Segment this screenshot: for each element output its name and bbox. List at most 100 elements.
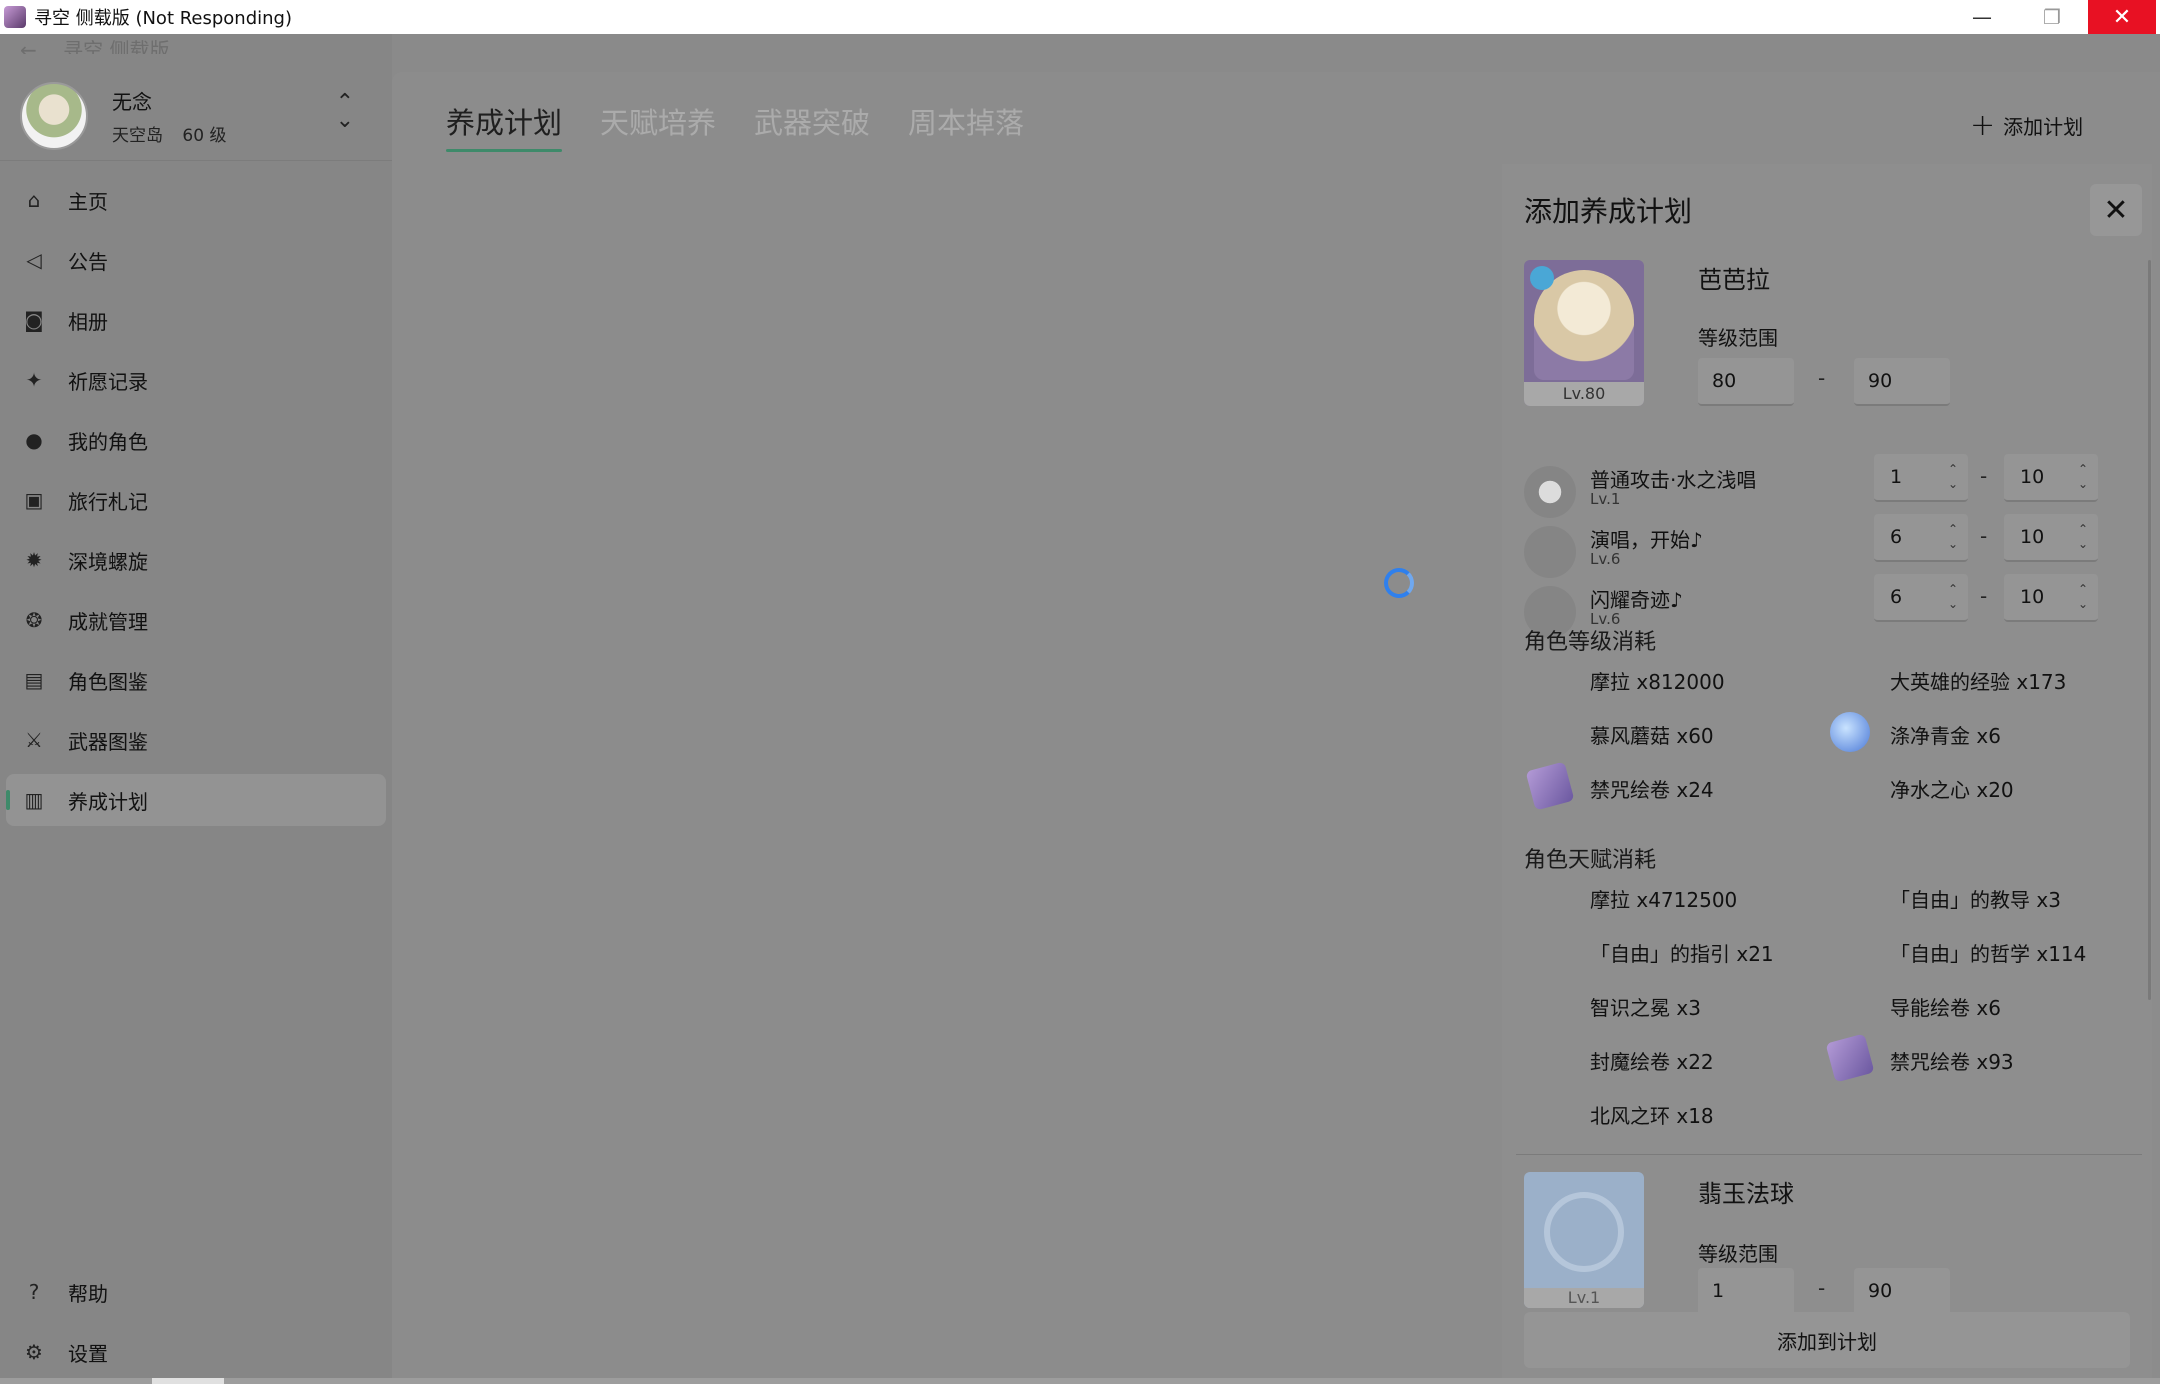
talent-cost-title: 角色天赋消耗 — [1524, 848, 1657, 873]
weapon-portrait — [1544, 1192, 1624, 1272]
range-dash: - — [1980, 464, 1988, 488]
chevron-up-down-icon[interactable]: ⌃ ⌄ — [1948, 582, 1958, 612]
chevron-up-down-icon[interactable]: ⌃ ⌄ — [1948, 522, 1958, 552]
maximize-button[interactable]: ❐ — [2018, 0, 2086, 34]
sidebar-item-3[interactable]: ✦ 祈愿记录 — [6, 354, 386, 406]
minimize-button[interactable]: — — [1948, 0, 2016, 34]
talent-name: 普通攻击·水之浅唱 — [1590, 468, 1757, 492]
talent-to-stepper[interactable]: 10 ⌃ ⌄ — [2004, 574, 2098, 622]
material-item: 封魔绘卷 x22 — [1590, 1050, 1714, 1074]
plan-icon: ▥ — [24, 788, 44, 812]
sparkle-icon: ✦ — [25, 368, 43, 392]
settings-icon: ⚙ — [25, 1340, 43, 1364]
close-window-button[interactable]: ✕ — [2088, 0, 2156, 34]
material-item: 涤净青金 x6 — [1890, 724, 2001, 748]
panel-title: 添加养成计划 — [1524, 195, 1693, 228]
talent-to-stepper[interactable]: 10 ⌃ ⌄ — [2004, 454, 2098, 502]
home-icon: ⌂ — [27, 188, 41, 212]
range-dash: - — [1818, 1276, 1826, 1300]
back-button[interactable]: ← 寻空 侧载版 — [20, 34, 169, 54]
gem-material-icon — [1830, 712, 1870, 752]
material-item: 净水之心 x20 — [1890, 778, 2014, 802]
talent-from-stepper[interactable]: 6 ⌃ ⌄ — [1874, 574, 1968, 622]
chevron-up-down-icon[interactable]: ⌃ ⌄ — [2078, 462, 2088, 492]
stepper-value: 10 — [2020, 586, 2045, 608]
weapon-level-from-input[interactable]: 1 — [1698, 1268, 1794, 1316]
sidebar-bottom-item-0[interactable]: ? 帮助 — [6, 1266, 386, 1318]
sidebar-item-label: 深境螺旋 — [68, 549, 148, 574]
chevron-up-down-icon[interactable]: ⌃ ⌄ — [336, 92, 354, 132]
talent-level: Lv.6 — [1590, 550, 1621, 568]
sidebar: ← 寻空 侧载版 无念 天空岛 60 级 ⌃ ⌄ ⌂ 主页 ◁ 公告 ◙ 相册 ✦ 祈愿记录 ● 我… — [0, 34, 392, 1384]
weapon-archive-icon: ⚔ — [25, 728, 43, 752]
range-dash: - — [1980, 524, 1988, 548]
weapon-level-to-input[interactable]: 90 — [1854, 1268, 1950, 1316]
talent-from-stepper[interactable]: 1 ⌃ ⌄ — [1874, 454, 1968, 502]
panel-scrollbar[interactable] — [2148, 260, 2151, 1000]
character-level-to-input[interactable]: 90 — [1854, 358, 1950, 406]
talent-icon — [1524, 466, 1576, 518]
close-panel-button[interactable]: ✕ — [2090, 184, 2142, 236]
tab-3[interactable]: 周本掉落 — [908, 100, 1024, 152]
sidebar-nav: ⌂ 主页 ◁ 公告 ◙ 相册 ✦ 祈愿记录 ● 我的角色 ▣ 旅行札记 ✹ 深境螺旋 ❂ 成就管理 ▤ 角色图鉴 ⚔… — [6, 174, 386, 834]
weapon-level-range-label: 等级范围 — [1698, 1242, 1778, 1266]
abyss-icon: ✹ — [25, 548, 43, 572]
sidebar-bottom-nav: ? 帮助 ⚙ 设置 — [6, 1266, 386, 1384]
add-plan-button[interactable]: + 添加计划 — [1970, 108, 2083, 143]
add-to-plan-button[interactable]: 添加到计划 — [1524, 1312, 2130, 1368]
camera-icon: ◙ — [24, 308, 44, 332]
user-name: 无念 — [112, 90, 152, 114]
sidebar-item-2[interactable]: ◙ 相册 — [6, 294, 386, 346]
sidebar-item-label: 武器图鉴 — [68, 729, 148, 754]
weapon-card-level: Lv.1 — [1524, 1288, 1644, 1308]
sidebar-item-10[interactable]: ▥ 养成计划 — [6, 774, 386, 826]
chevron-up-down-icon[interactable]: ⌃ ⌄ — [2078, 522, 2088, 552]
sidebar-item-6[interactable]: ✹ 深境螺旋 — [6, 534, 386, 586]
scroll-material-icon — [1825, 1033, 1875, 1083]
material-item: 北风之环 x18 — [1590, 1104, 1714, 1128]
sidebar-item-label: 我的角色 — [68, 429, 148, 454]
back-arrow-icon: ← — [20, 38, 37, 54]
add-plan-label: 添加计划 — [2003, 115, 2084, 139]
user-level: 60 级 — [182, 126, 227, 146]
bottom-scrollbar[interactable] — [0, 1378, 2160, 1384]
talent-name: 闪耀奇迹♪ — [1590, 588, 1683, 612]
talent-level: Lv.1 — [1590, 490, 1621, 508]
sidebar-bottom-item-1[interactable]: ⚙ 设置 — [6, 1326, 386, 1378]
stepper-value: 10 — [2020, 466, 2045, 488]
tab-1[interactable]: 天赋培养 — [600, 100, 716, 152]
back-label: 寻空 侧载版 — [63, 38, 170, 54]
character-name: 芭芭拉 — [1698, 266, 1770, 294]
user-server: 天空岛 — [112, 126, 163, 146]
chevron-up-down-icon[interactable]: ⌃ ⌄ — [1948, 462, 1958, 492]
talent-to-stepper[interactable]: 10 ⌃ ⌄ — [2004, 514, 2098, 562]
character-card: Lv.80 — [1524, 260, 1644, 406]
tab-2[interactable]: 武器突破 — [754, 100, 870, 152]
material-item: 导能绘卷 x6 — [1890, 996, 2001, 1020]
user-switcher[interactable]: 无念 天空岛 60 级 ⌃ ⌄ — [20, 78, 372, 154]
achievement-icon: ❂ — [25, 608, 43, 632]
material-item: 智识之冕 x3 — [1590, 996, 1701, 1020]
chevron-up-down-icon[interactable]: ⌃ ⌄ — [2078, 582, 2088, 612]
stepper-value: 1 — [1890, 466, 1903, 488]
sidebar-item-0[interactable]: ⌂ 主页 — [6, 174, 386, 226]
tab-0[interactable]: 养成计划 — [446, 100, 563, 152]
sidebar-item-8[interactable]: ▤ 角色图鉴 — [6, 654, 386, 706]
character-level-range-label: 等级范围 — [1698, 326, 1778, 350]
sidebar-item-9[interactable]: ⚔ 武器图鉴 — [6, 714, 386, 766]
sidebar-item-7[interactable]: ❂ 成就管理 — [6, 594, 386, 646]
character-card-level: Lv.80 — [1524, 382, 1644, 406]
sidebar-item-1[interactable]: ◁ 公告 — [6, 234, 386, 286]
sidebar-divider — [0, 160, 392, 161]
sidebar-item-4[interactable]: ● 我的角色 — [6, 414, 386, 466]
sidebar-item-label: 角色图鉴 — [68, 669, 148, 694]
sidebar-item-label: 帮助 — [68, 1281, 108, 1306]
sidebar-item-label: 养成计划 — [68, 789, 148, 814]
sidebar-item-label: 旅行札记 — [68, 489, 148, 514]
bottom-scrollbar-thumb[interactable] — [152, 1378, 224, 1384]
sidebar-item-label: 祈愿记录 — [68, 369, 148, 394]
character-level-from-input[interactable]: 80 — [1698, 358, 1794, 406]
user-meta: 天空岛 60 级 — [112, 121, 226, 146]
sidebar-item-5[interactable]: ▣ 旅行札记 — [6, 474, 386, 526]
talent-from-stepper[interactable]: 6 ⌃ ⌄ — [1874, 514, 1968, 562]
